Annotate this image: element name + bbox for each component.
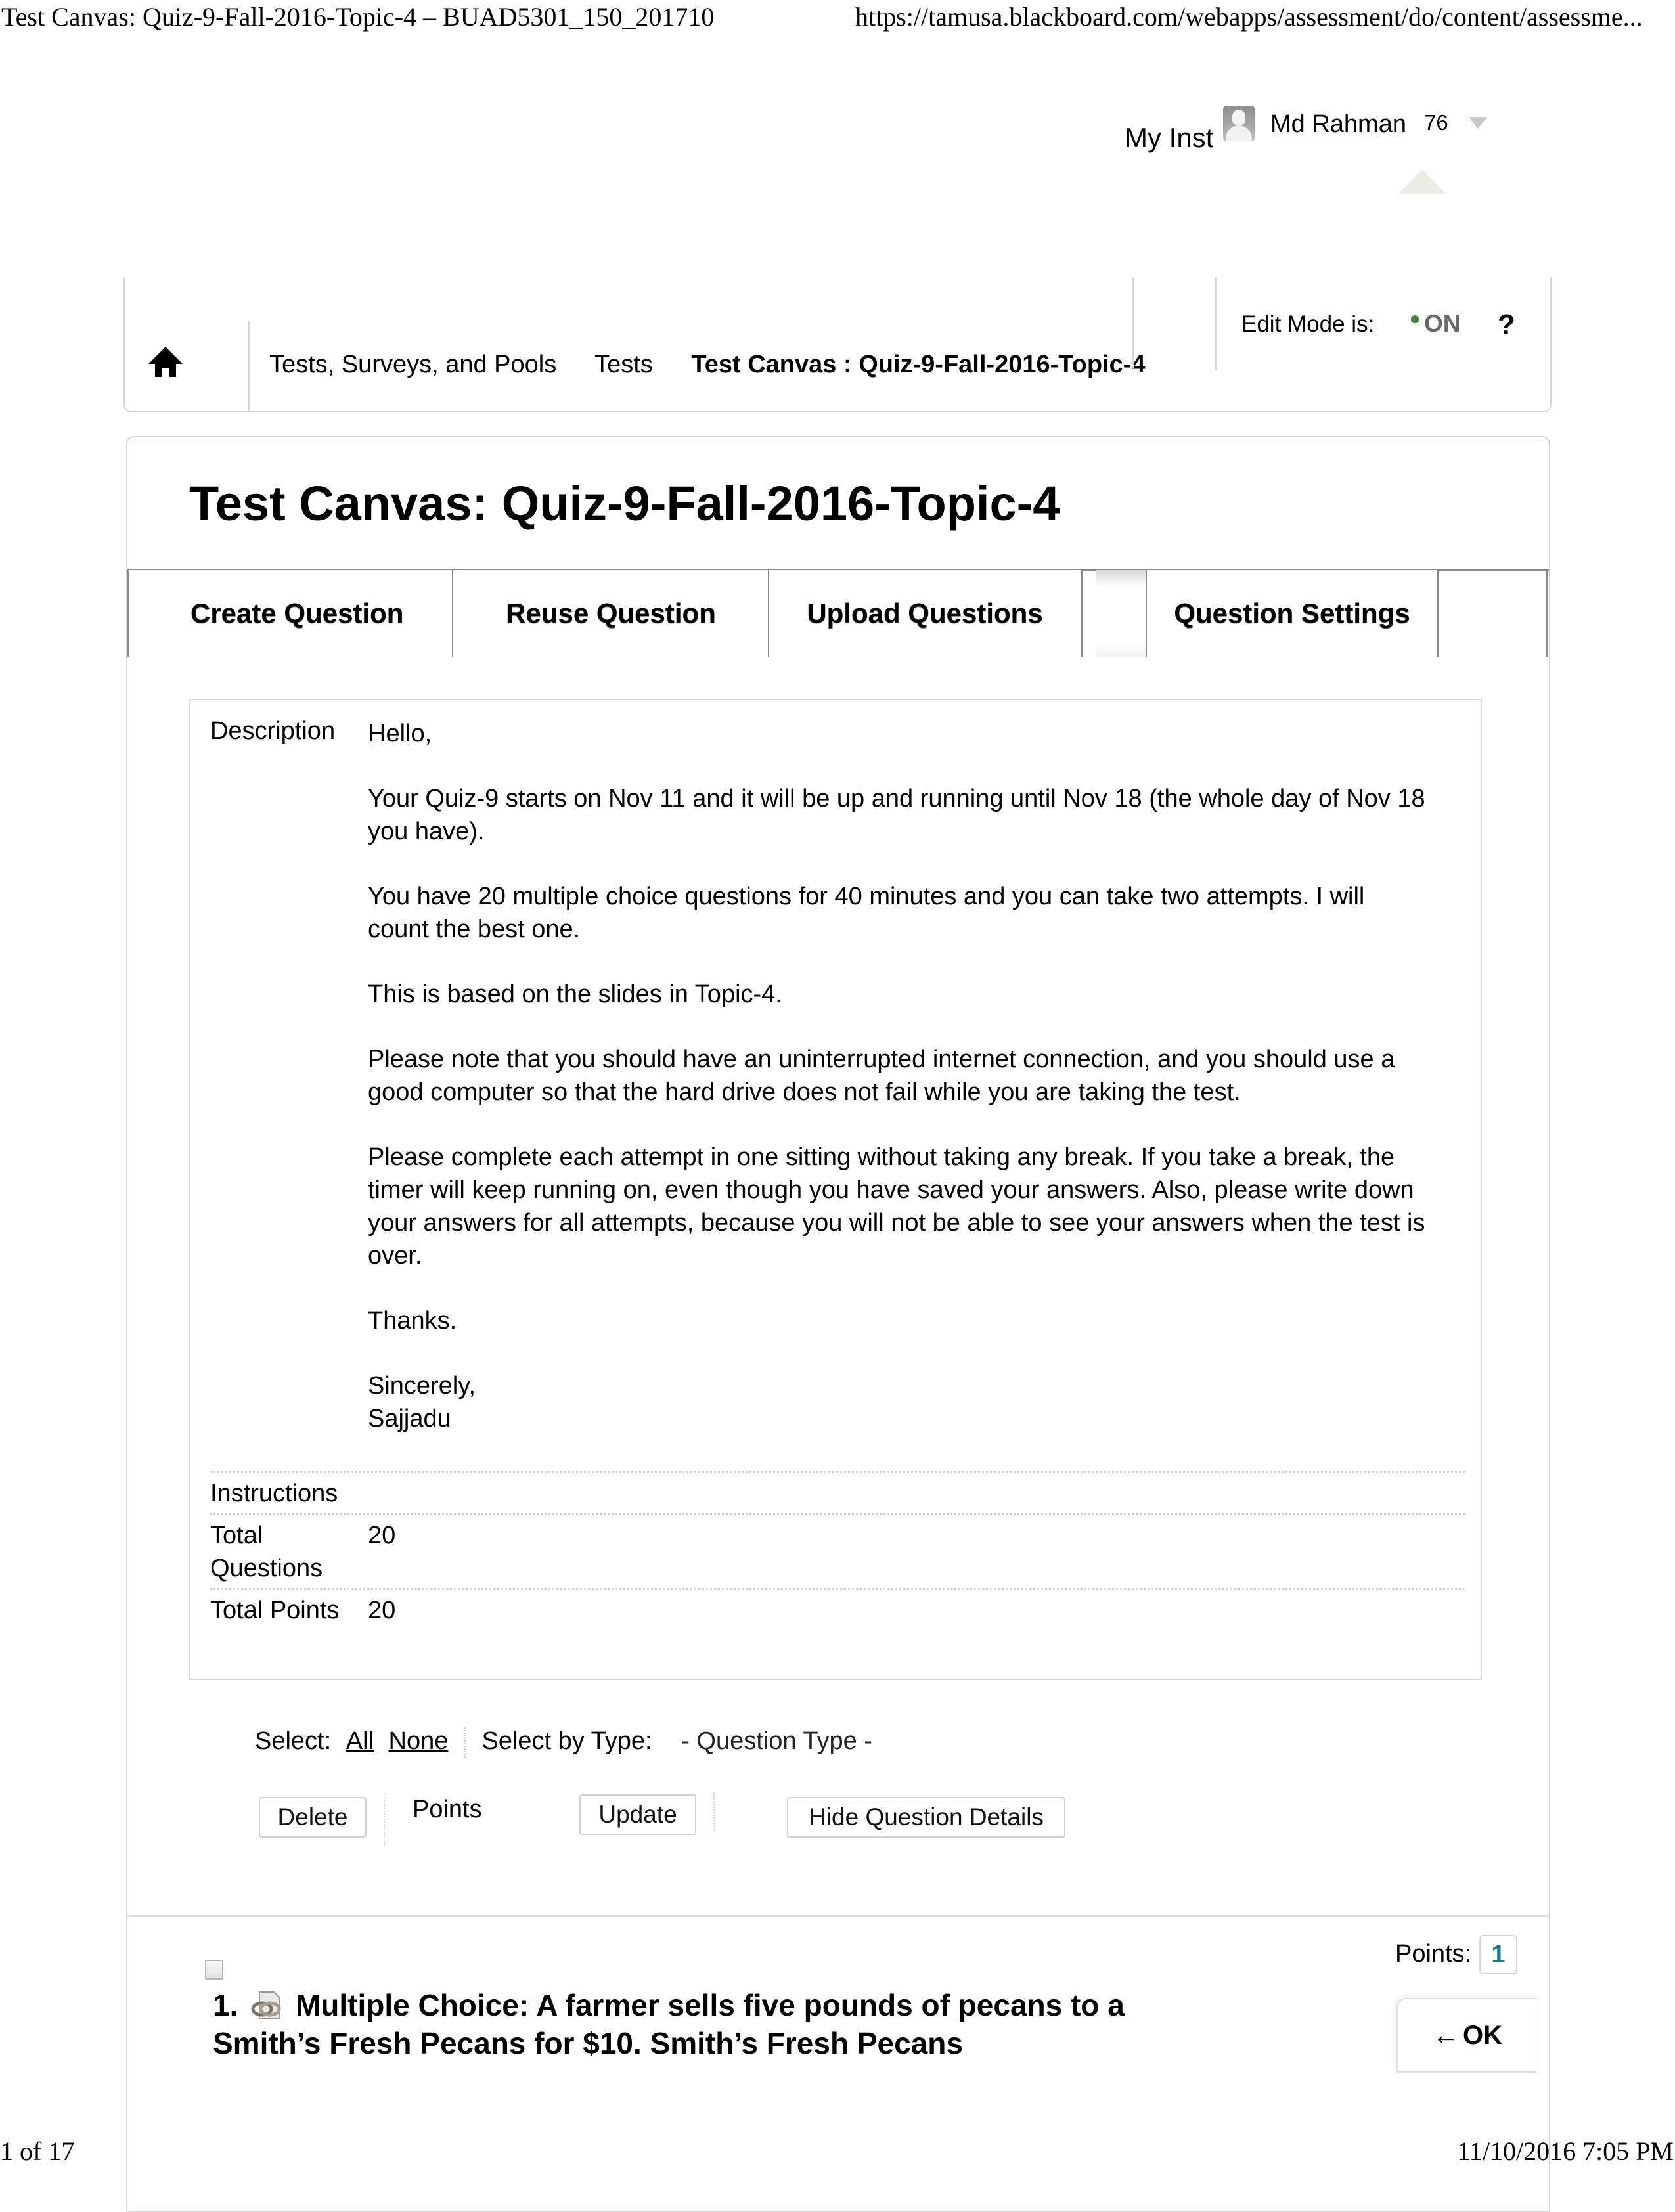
description-paragraph: Please note that you should have an unin… (368, 1046, 1395, 1106)
tab-question-settings[interactable]: Question Settings (1147, 570, 1439, 657)
breadcrumb-current: Test Canvas : Quiz-9-Fall-2016-Topic-4 (691, 351, 1146, 378)
total-questions-row: Total Questions 20 (210, 1513, 1465, 1589)
user-menu-chevron-down-icon[interactable] (1469, 117, 1487, 129)
total-points-value: 20 (368, 1597, 396, 1624)
ok-button[interactable]: ← OK (1396, 1998, 1537, 2073)
edit-mode-status-dot-icon (1411, 315, 1419, 323)
breadcrumb-item-tests-surveys-pools[interactable]: Tests, Surveys, and Pools (269, 351, 556, 378)
print-page-title: Test Canvas: Quiz-9-Fall-2016-Topic-4 – … (1, 2, 715, 32)
page-title: Test Canvas: Quiz-9-Fall-2016-Topic-4 (189, 476, 1060, 531)
breadcrumb-divider (1132, 277, 1134, 368)
delete-button[interactable]: Delete (259, 1797, 367, 1838)
notification-count-badge[interactable]: 76 (1424, 110, 1448, 135)
user-name[interactable]: Md Rahman (1270, 110, 1406, 139)
toolbar-divider (384, 1793, 385, 1846)
print-footer: 1 of 17 11/10/2016 7:05 PM (0, 2127, 1675, 2166)
toolbar-divider (464, 1727, 466, 1758)
points-label: Points (413, 1796, 482, 1823)
question-title[interactable]: 1. Multiple Choice: A farmer sells five … (213, 1986, 1159, 2062)
description-text: Hello, Your Quiz-9 starts on Nov 11 and … (368, 717, 1432, 1435)
tabs-right-border (1546, 570, 1548, 657)
print-datetime: 11/10/2016 7:05 PM (1457, 2136, 1674, 2166)
edit-mode-label: Edit Mode is: (1241, 311, 1375, 337)
print-header: Test Canvas: Quiz-9-Fall-2016-Topic-4 – … (0, 0, 1675, 34)
help-icon[interactable]: ? (1498, 309, 1515, 342)
toolbar-divider (713, 1792, 715, 1831)
instructions-row: Instructions (210, 1471, 1465, 1514)
breadcrumb-divider (248, 321, 250, 411)
question-type-select[interactable]: - Question Type - (681, 1727, 872, 1755)
my-institution-tab[interactable]: My Inst (1125, 122, 1213, 154)
tab-spacer (1096, 570, 1147, 657)
instructions-label: Instructions (210, 1480, 338, 1507)
edit-mode-toggle[interactable]: ON (1424, 310, 1461, 338)
update-button[interactable]: Update (579, 1794, 696, 1835)
description-label: Description (210, 717, 336, 745)
description-paragraph: You have 20 multiple choice questions fo… (368, 883, 1365, 943)
breadcrumb-bar: Tests, Surveys, and Pools Tests Test Can… (123, 277, 1552, 412)
description-paragraph: Thanks. (368, 1307, 457, 1335)
question-select-checkbox[interactable] (205, 1960, 223, 1980)
select-none-link[interactable]: None (389, 1727, 449, 1755)
breadcrumb-divider (1215, 277, 1217, 370)
menu-pointer-triangle (1398, 169, 1446, 194)
home-icon[interactable] (147, 345, 184, 378)
description-paragraph: Hello, (368, 720, 432, 747)
print-page-number: 1 of 17 (0, 2136, 75, 2166)
description-paragraph: This is based on the slides in Topic-4. (368, 981, 782, 1008)
description-paragraph: Your Quiz-9 starts on Nov 11 and it will… (368, 785, 1425, 845)
breadcrumb-item-tests[interactable]: Tests (594, 351, 653, 378)
question-points-value[interactable]: 1 (1479, 1935, 1517, 1974)
tab-create-question[interactable]: Create Question (127, 570, 453, 657)
selection-toolbar: Select: All None Select by Type: - Quest… (255, 1727, 872, 1758)
ok-button-label: OK (1463, 2020, 1502, 2050)
total-points-label: Total Points (210, 1597, 340, 1624)
content-panel: Test Canvas: Quiz-9-Fall-2016-Topic-4 Cr… (126, 436, 1550, 2212)
question-text: Multiple Choice: A farmer sells five pou… (213, 1988, 1125, 2060)
linked-question-icon (250, 1990, 283, 2019)
total-points-row: Total Points 20 (210, 1588, 1465, 1632)
print-page-url: https://tamusa.blackboard.com/webapps/as… (855, 2, 1643, 32)
description-signature: Sajjadu (368, 1405, 451, 1432)
question-divider (127, 1915, 1549, 1917)
total-questions-label: Total Questions (210, 1522, 323, 1582)
total-questions-value: 20 (368, 1522, 396, 1549)
avatar-shoulders-shape (1226, 125, 1252, 141)
description-closing: Sincerely, (368, 1372, 476, 1400)
breadcrumb: Tests, Surveys, and Pools Tests Test Can… (269, 351, 1177, 379)
select-all-link[interactable]: All (346, 1727, 374, 1755)
select-label: Select: (255, 1727, 332, 1756)
description-paragraph: Please complete each attempt in one sitt… (368, 1143, 1425, 1270)
test-details-box: Description Hello, Your Quiz-9 starts on… (189, 699, 1482, 1680)
back-arrow-icon: ← (1433, 2020, 1459, 2050)
tab-upload-questions[interactable]: Upload Questions (769, 570, 1083, 657)
select-by-type-label: Select by Type: (481, 1727, 652, 1756)
question-number: 1. (213, 1988, 238, 2022)
hide-question-details-button[interactable]: Hide Question Details (787, 1797, 1065, 1838)
avatar-head-shape (1232, 110, 1245, 125)
tab-reuse-question[interactable]: Reuse Question (454, 570, 769, 657)
avatar[interactable] (1223, 106, 1255, 141)
question-points-label: Points: (1395, 1940, 1472, 1968)
